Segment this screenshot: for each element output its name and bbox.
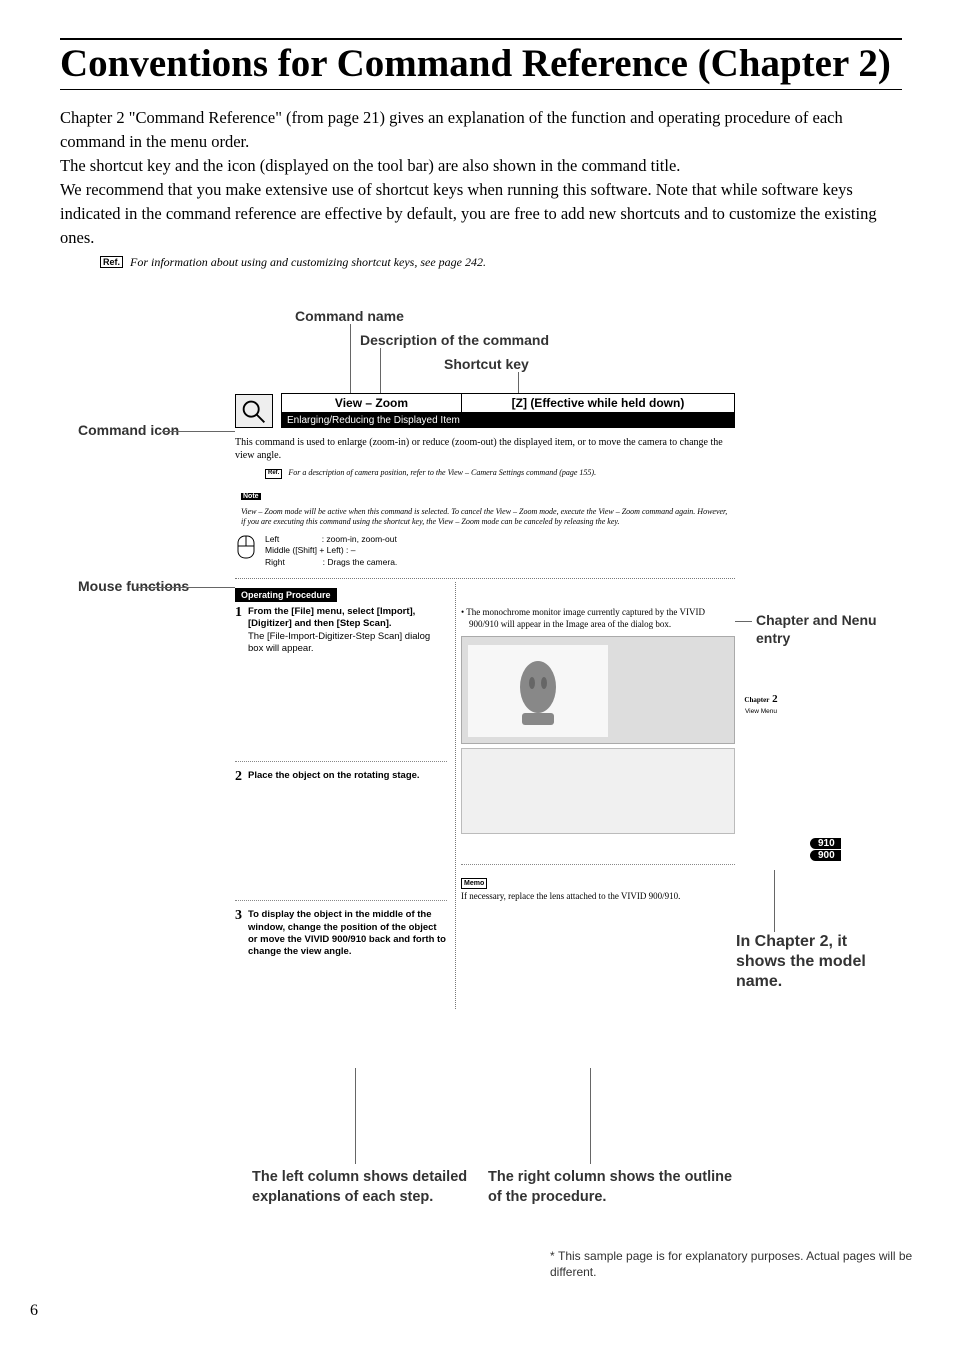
line-model	[774, 870, 775, 932]
model-badge: 910 900	[810, 838, 841, 862]
sample-page: View – Zoom [Z] (Effective while held do…	[235, 393, 735, 1158]
ref-small-icon: Ref.	[265, 469, 282, 479]
right-column: • The monochrome monitor image currently…	[461, 606, 735, 969]
mouse-block: Left : zoom-in, zoom-out Middle ([Shift]…	[235, 534, 735, 568]
callout-description: Description of the command	[360, 332, 549, 350]
col-divider	[455, 582, 456, 1009]
dotline-1	[235, 578, 735, 579]
step-3: 3 To display the object in the middle of…	[235, 909, 447, 958]
ref-text: For information about using and customiz…	[130, 255, 486, 269]
step-1: 1 From the [File] menu, select [Import],…	[235, 606, 447, 655]
line-cmd-icon	[162, 431, 242, 432]
mouse-icon	[235, 534, 257, 560]
line-right-col	[590, 1068, 591, 1164]
right-bullet: • The monochrome monitor image currently…	[461, 606, 735, 630]
rule-under-title	[60, 89, 902, 90]
ref-box-icon: Ref.	[100, 256, 123, 268]
sample-subtitle: Enlarging/Reducing the Displayed Item	[281, 413, 735, 428]
sample-shortcut: [Z] (Effective while held down)	[462, 394, 734, 412]
screenshot-controls	[461, 748, 735, 834]
sample-desc: This command is used to enlarge (zoom-in…	[235, 436, 735, 462]
left-column: 1 From the [File] menu, select [Import],…	[235, 606, 447, 969]
intro-paragraph-3: We recommend that you make extensive use…	[60, 178, 902, 250]
mouse-left: Left : zoom-in, zoom-out	[265, 534, 397, 545]
page-title: Conventions for Command Reference (Chapt…	[60, 44, 902, 85]
sample-note-text: View – Zoom mode will be active when thi…	[241, 507, 729, 528]
memo-tag: Memo	[461, 878, 487, 889]
op-header: Operating Procedure	[235, 588, 337, 602]
sample-header: View – Zoom [Z] (Effective while held do…	[235, 393, 735, 428]
line-mouse	[136, 587, 244, 588]
memo-block: Memo If necessary, replace the lens atta…	[461, 877, 735, 903]
callout-model: In Chapter 2, it shows the model name.	[736, 932, 896, 992]
step-2: 2 Place the object on the rotating stage…	[235, 770, 447, 784]
rule-top	[60, 38, 902, 40]
note-tag: Note	[241, 493, 261, 500]
callout-command-name: Command name	[295, 308, 404, 326]
model-900: 900	[810, 850, 841, 861]
memo-text: If necessary, replace the lens attached …	[461, 891, 735, 903]
image-area-preview	[468, 645, 608, 737]
footnote: * This sample page is for explanatory pu…	[550, 1248, 954, 1280]
page-number: 6	[30, 1302, 38, 1320]
caption-left-column: The left column shows detailed explanati…	[252, 1168, 482, 1207]
zoom-tool-icon	[235, 394, 273, 428]
sample-ref-small: Ref. For a description of camera positio…	[265, 468, 735, 479]
tab-menu-label: View Menu	[743, 709, 779, 716]
ref-line: Ref. For information about using and cus…	[100, 255, 902, 270]
model-910: 910	[810, 838, 841, 849]
intro-paragraph-1: Chapter 2 "Command Reference" (from page…	[60, 106, 902, 154]
two-column: 1 From the [File] menu, select [Import],…	[235, 606, 735, 969]
diagram-area: Command name Description of the command …	[60, 288, 900, 1228]
caption-right-column: The right column shows the outline of th…	[488, 1168, 748, 1207]
callout-shortcut-key: Shortcut key	[444, 356, 529, 374]
mouse-middle: Middle ([Shift] + Left) : –	[265, 545, 397, 556]
chapter-tab: Chapter 2 View Menu	[743, 693, 779, 716]
mouse-right: Right : Drags the camera.	[265, 557, 397, 568]
sample-cmd-title: View – Zoom	[282, 394, 462, 412]
line-left-col	[355, 1068, 356, 1164]
callout-chapter-menu: Chapter and Nenu entry	[756, 612, 886, 647]
screenshot-image-area	[461, 636, 735, 744]
intro-paragraph-2: The shortcut key and the icon (displayed…	[60, 154, 902, 178]
